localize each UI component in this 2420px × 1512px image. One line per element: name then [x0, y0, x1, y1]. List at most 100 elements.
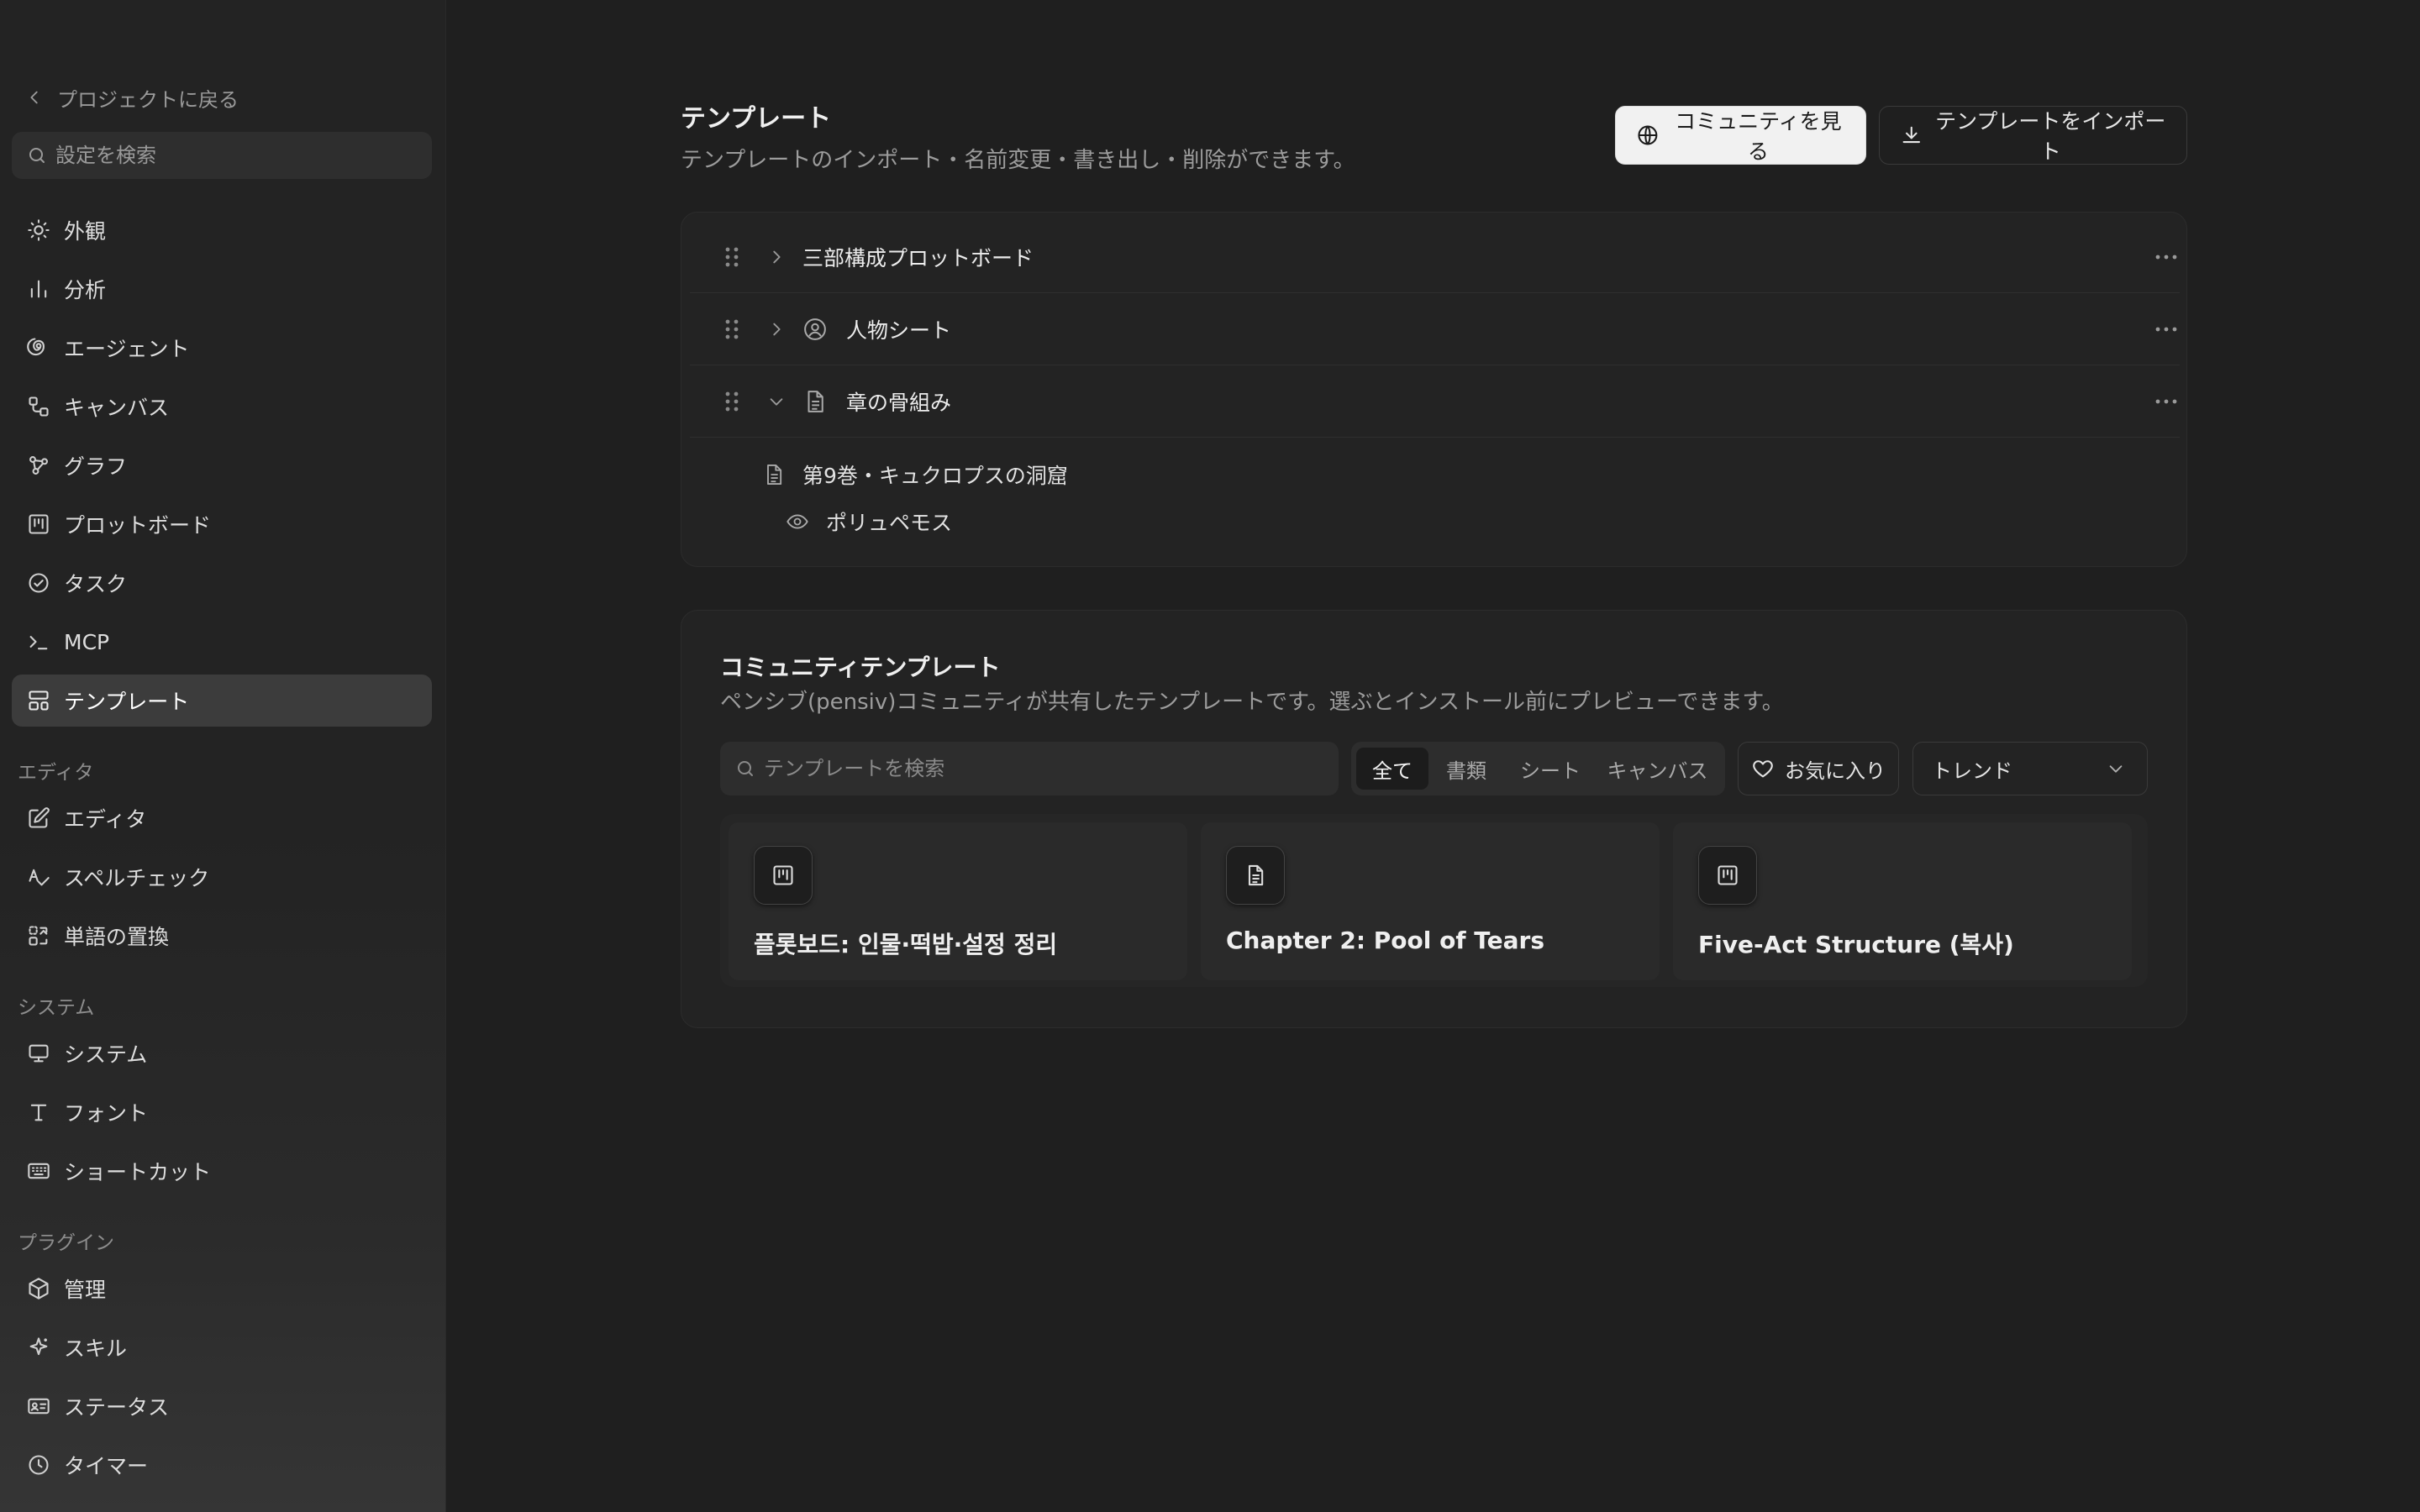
drag-handle-icon[interactable]	[723, 389, 740, 414]
sidebar-item-mcp[interactable]: MCP	[12, 616, 432, 668]
sidebar-item-label: テンプレート	[64, 690, 190, 714]
sidebar-item-manage[interactable]: 管理	[12, 1263, 432, 1315]
sidebar-item-spellcheck[interactable]: スペルチェック	[12, 851, 432, 903]
sidebar-item-system[interactable]: システム	[12, 1027, 432, 1079]
canvas-nodes-icon	[29, 396, 49, 417]
community-template-card[interactable]: Chapter 2: Pool of Tears	[1201, 822, 1660, 980]
category-filter: 全て 書類 シート キャンバス	[1351, 742, 1725, 795]
sidebar-item-agent[interactable]: エージェント	[12, 322, 432, 374]
drag-handle-icon[interactable]	[723, 244, 740, 270]
child-character-label: ポリュペモス	[826, 511, 953, 535]
sidebar-item-editor[interactable]: エディタ	[12, 792, 432, 844]
card-icon-box	[754, 846, 813, 905]
sidebar-item-templates[interactable]: テンプレート	[12, 675, 432, 727]
filter-all[interactable]: 全て	[1356, 748, 1428, 790]
sidebar-section-system: システム	[18, 997, 95, 1019]
browse-community-label: コミュニティを見る	[1675, 109, 1842, 164]
sidebar-item-label: タスク	[64, 572, 128, 596]
heart-icon	[1753, 760, 1773, 778]
more-options-icon[interactable]	[2153, 388, 2180, 415]
chevron-right-icon[interactable]	[767, 248, 786, 266]
community-template-card[interactable]: Five-Act Structure (복사)	[1673, 822, 2132, 980]
eye-icon	[786, 514, 808, 529]
sidebar-item-graph[interactable]: グラフ	[12, 439, 432, 491]
graph-icon	[29, 456, 48, 475]
sort-select[interactable]: トレンド	[1912, 742, 2148, 795]
more-options-icon[interactable]	[2153, 316, 2180, 343]
sidebar-item-label: エディタ	[64, 807, 147, 832]
sidebar-item-label: ステータス	[64, 1395, 170, 1420]
sidebar-section-plugins: プラグイン	[18, 1232, 114, 1254]
community-title: コミュニティテンプレート	[720, 654, 1001, 681]
sidebar-item-appearance[interactable]: 外観	[12, 204, 432, 256]
page-subtitle: テンプレートのインポート・名前変更・書き出し・削除ができます。	[681, 148, 1355, 173]
template-row[interactable]: 章の骨組み	[690, 365, 2180, 438]
download-icon	[1902, 126, 1921, 144]
sidebar-item-label: フォント	[64, 1101, 149, 1126]
sidebar-item-plotboard[interactable]: プロットボード	[12, 498, 432, 550]
layout-template-icon	[29, 690, 49, 711]
card-title: Chapter 2: Pool of Tears	[1226, 927, 1545, 954]
back-to-project-link[interactable]: プロジェクトに戻る	[25, 81, 239, 114]
template-row[interactable]: 人物シート	[690, 293, 2180, 365]
document-icon	[808, 390, 823, 412]
browse-community-button[interactable]: コミュニティを見る	[1615, 106, 1866, 165]
community-search	[720, 742, 1339, 795]
monitor-icon	[29, 1044, 49, 1063]
sidebar-item-analytics[interactable]: 分析	[12, 263, 432, 315]
sidebar-item-canvas[interactable]: キャンバス	[12, 381, 432, 433]
community-template-card[interactable]: 플롯보드: 인물·떡밥·설정 정리	[729, 822, 1187, 980]
kanban-icon	[1718, 865, 1738, 885]
sidebar-item-label: グラフ	[64, 454, 128, 479]
sidebar-item-label: 外観	[64, 219, 107, 244]
settings-main: テンプレート テンプレートのインポート・名前変更・書き出し・削除ができます。 コ…	[445, 0, 2420, 1512]
chevron-down-icon[interactable]	[767, 392, 786, 411]
community-description: ペンシブ(pensiv)コミュニティが共有したテンプレートです。選ぶとインストー…	[720, 690, 1784, 715]
sidebar-item-skills[interactable]: スキル	[12, 1321, 432, 1373]
filter-canvas[interactable]: キャンバス	[1597, 748, 1718, 790]
sidebar-item-tasks[interactable]: タスク	[12, 557, 432, 609]
chevron-right-icon[interactable]	[767, 320, 786, 339]
import-template-button[interactable]: テンプレートをインポート	[1879, 106, 2187, 165]
sidebar-item-label: スペルチェック	[64, 866, 210, 890]
sidebar-item-shortcuts[interactable]: ショートカット	[12, 1145, 432, 1197]
template-child-character: ポリュペモス	[786, 507, 952, 537]
search-icon	[738, 761, 753, 776]
clock-icon	[29, 1455, 49, 1475]
child-document-label: 第9巻・キュクロプスの洞窟	[802, 464, 1068, 488]
bar-chart-icon	[30, 280, 47, 298]
sidebar-item-label: システム	[64, 1042, 148, 1067]
search-icon	[29, 148, 45, 163]
id-card-icon	[28, 1398, 50, 1415]
community-search-input[interactable]	[764, 757, 1335, 780]
template-name: 人物シート	[846, 318, 952, 343]
sidebar-item-label: スキル	[64, 1336, 128, 1361]
filter-sheets[interactable]: シート	[1504, 748, 1597, 790]
sidebar-item-status[interactable]: ステータス	[12, 1380, 432, 1432]
more-options-icon[interactable]	[2153, 244, 2180, 270]
settings-search-input[interactable]	[55, 144, 408, 167]
card-icon-box	[1698, 846, 1757, 905]
sun-icon	[28, 219, 50, 241]
sort-value: トレンド	[1932, 759, 2012, 783]
sidebar-item-fonts[interactable]: フォント	[12, 1086, 432, 1138]
template-list: 三部構成プロットボード 人物シート 章の骨組み 第9巻・キュクロプスの洞窟 ポリ…	[681, 212, 2187, 567]
spiral-icon	[27, 338, 45, 356]
settings-search	[12, 132, 432, 179]
community-templates-panel: コミュニティテンプレート ペンシブ(pensiv)コミュニティが共有したテンプレ…	[681, 610, 2187, 1028]
sidebar-item-label: プロットボード	[64, 513, 212, 538]
drag-handle-icon[interactable]	[723, 317, 740, 342]
template-row[interactable]: 三部構成プロットボード	[690, 221, 2180, 293]
sidebar-item-label: タイマー	[64, 1454, 149, 1478]
template-child-document: 第9巻・キュクロプスの洞窟	[762, 459, 1068, 490]
community-card-grid: 플롯보드: 인물·떡밥·설정 정리 Chapter 2: Pool of Tea…	[720, 814, 2148, 987]
favorites-button[interactable]: お気に入り	[1738, 742, 1899, 795]
sidebar-item-replace[interactable]: 単語の置換	[12, 910, 432, 962]
kanban-icon	[773, 865, 793, 885]
sidebar-item-label: キャンバス	[64, 396, 170, 420]
sidebar-item-label: MCP	[64, 629, 110, 654]
sidebar-item-timer[interactable]: タイマー	[12, 1439, 432, 1491]
sparkle-icon	[29, 1337, 48, 1356]
document-icon	[1248, 864, 1264, 886]
filter-documents[interactable]: 書類	[1428, 748, 1504, 790]
